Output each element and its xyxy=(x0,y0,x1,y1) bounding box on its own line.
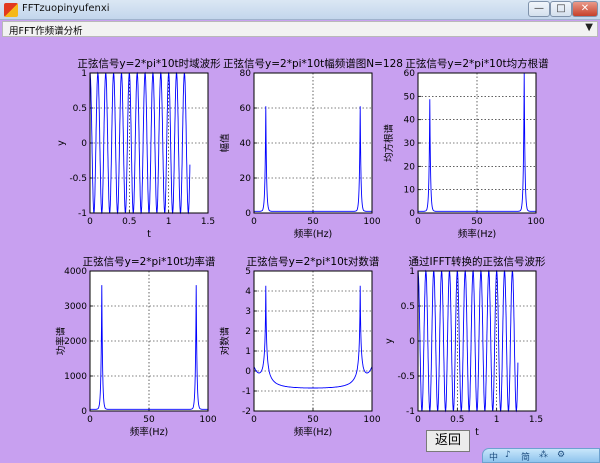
y-tick-label: 60 xyxy=(240,104,252,114)
x-tick-label: 0 xyxy=(87,415,93,425)
chart-title: 通过IFFT转换的正弦信号波形 xyxy=(409,255,546,268)
ime-settings-icon[interactable]: ⚙ xyxy=(557,450,565,460)
y-tick-label: -1 xyxy=(406,407,415,417)
y-tick-label: 20 xyxy=(240,174,252,184)
y-tick-label: 40 xyxy=(240,139,252,149)
x-tick-label: 0 xyxy=(251,415,257,425)
y-tick-label: 0.5 xyxy=(401,302,415,312)
x-tick-label: 50 xyxy=(307,415,319,425)
chart-title: 正弦信号y=2*pi*10t幅频谱图N=128 xyxy=(223,57,403,70)
y-tick-label: -2 xyxy=(242,407,251,417)
y-axis-label: 功率谱 xyxy=(55,326,67,355)
ime-simplified-mode[interactable]: 简 xyxy=(521,450,530,463)
y-tick-label: 0 xyxy=(245,367,251,377)
y-tick-label: 10 xyxy=(404,186,416,196)
x-tick-label: 0 xyxy=(415,217,421,227)
y-tick-label: 4 xyxy=(245,287,251,297)
y-axis-label: 均方根谱 xyxy=(383,124,395,163)
y-tick-label: 80 xyxy=(240,69,252,79)
x-tick-label: 50 xyxy=(471,217,483,227)
chart-1 xyxy=(89,71,209,215)
y-tick-label: 0 xyxy=(409,209,415,219)
y-tick-label: 5 xyxy=(245,267,251,277)
chart-title: 正弦信号y=2*pi*10t均方根谱 xyxy=(405,57,549,70)
chart-3 xyxy=(417,72,537,214)
x-tick-label: 0 xyxy=(415,415,421,425)
chart-2 xyxy=(253,72,373,214)
x-tick-label: 50 xyxy=(307,217,319,227)
back-button[interactable]: 返回 xyxy=(426,430,470,452)
y-axis-label: y xyxy=(56,140,67,146)
y-axis-label: y xyxy=(384,338,395,344)
y-tick-label: 2 xyxy=(245,327,251,337)
x-tick-label: 1.5 xyxy=(529,415,543,425)
chart-4 xyxy=(89,270,209,412)
ime-toolbar[interactable]: 中 ♪ 简 ⁂ ⚙ xyxy=(482,448,600,463)
ime-sound-icon[interactable]: ♪ xyxy=(505,450,511,460)
x-axis-label: t xyxy=(147,229,151,240)
x-tick-label: 0.5 xyxy=(450,415,464,425)
chart-5 xyxy=(253,270,373,412)
y-tick-label: 3 xyxy=(245,307,251,317)
app-window: FFTzuopinyufenxi — □ ✕ 用FFT作频谱分析 ▼ 0 0.5 1… xyxy=(0,0,600,463)
y-tick-label: 2000 xyxy=(64,337,87,347)
x-tick-label: 100 xyxy=(199,415,216,425)
x-tick-label: 1.5 xyxy=(201,217,215,227)
plots-area: 0 0.5 1 1.5-1-0.500.51正弦信号y=2*pi*10t时域波形ty0… xyxy=(55,57,549,438)
y-tick-label: 30 xyxy=(404,139,416,149)
y-tick-label: 0 xyxy=(245,209,251,219)
x-tick-label: 50 xyxy=(143,415,155,425)
x-axis-label: t xyxy=(475,427,479,438)
x-tick-label: 100 xyxy=(363,415,380,425)
x-tick-label: 100 xyxy=(527,217,544,227)
x-tick-label: 0 xyxy=(251,217,257,227)
y-tick-label: 1000 xyxy=(64,372,87,382)
x-axis-label: 频率(Hz) xyxy=(130,426,169,438)
ime-chinese-mode[interactable]: 中 xyxy=(489,450,498,463)
ime-symbols-icon[interactable]: ⁂ xyxy=(539,450,548,460)
chart-title: 正弦信号y=2*pi*10t时域波形 xyxy=(77,57,221,70)
y-tick-label: 0 xyxy=(81,139,87,149)
y-axis-label: 对数谱 xyxy=(219,326,231,355)
chart-6 xyxy=(417,269,537,413)
x-tick-label: 100 xyxy=(363,217,380,227)
chart-title: 正弦信号y=2*pi*10t对数谱 xyxy=(247,255,380,268)
y-tick-label: 20 xyxy=(404,162,416,172)
x-tick-label: 0 xyxy=(87,217,93,227)
y-tick-label: 40 xyxy=(404,116,416,126)
y-tick-label: 1 xyxy=(245,347,251,357)
y-tick-label: -0.5 xyxy=(397,372,415,382)
y-tick-label: 1 xyxy=(81,69,87,79)
x-axis-label: 频率(Hz) xyxy=(294,426,333,438)
y-tick-label: 0.5 xyxy=(73,104,87,114)
y-tick-label: 50 xyxy=(404,92,416,102)
chart-title: 正弦信号y=2*pi*10t功率谱 xyxy=(83,255,216,268)
y-tick-label: -1 xyxy=(242,387,251,397)
y-axis-label: 幅值 xyxy=(219,133,231,153)
x-tick-label: 1 xyxy=(494,415,500,425)
y-tick-label: 4000 xyxy=(64,267,87,277)
x-axis-label: 频率(Hz) xyxy=(458,228,497,240)
x-tick-label: 0.5 xyxy=(122,217,136,227)
y-tick-label: 0 xyxy=(409,337,415,347)
y-tick-label: -1 xyxy=(78,209,87,219)
y-tick-label: 0 xyxy=(81,407,87,417)
x-tick-label: 1 xyxy=(166,217,172,227)
y-tick-label: -0.5 xyxy=(69,174,87,184)
y-tick-label: 60 xyxy=(404,69,416,79)
y-tick-label: 3000 xyxy=(64,302,87,312)
y-tick-label: 1 xyxy=(409,267,415,277)
x-axis-label: 频率(Hz) xyxy=(294,228,333,240)
